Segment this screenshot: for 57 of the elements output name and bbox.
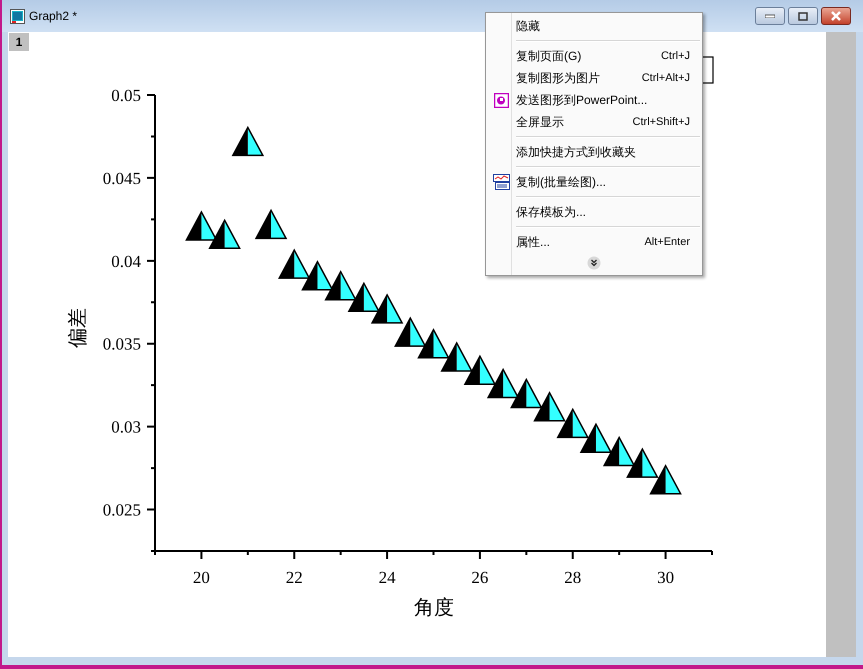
triangle-marker (626, 448, 659, 478)
x-axis-title: 角度 (414, 595, 454, 619)
close-icon (830, 11, 842, 21)
y-tick-label: 0.045 (102, 168, 141, 188)
y-tick-label: 0.05 (111, 86, 141, 105)
triangle-marker (348, 282, 380, 312)
window-title: Graph2 * (29, 8, 78, 25)
triangle-marker (254, 208, 288, 240)
scrollbar[interactable] (826, 32, 856, 657)
triangle-marker (510, 378, 543, 408)
menu-item[interactable]: 复制(批量绘图)... (486, 171, 702, 193)
menu-item[interactable]: 隐藏 (486, 15, 702, 37)
restore-icon (798, 12, 808, 20)
y-tick-label: 0.04 (111, 252, 141, 271)
triangle-marker (440, 341, 473, 372)
triangle-marker (324, 270, 357, 300)
x-tick-label: 20 (192, 568, 210, 587)
triangle-marker (301, 260, 334, 290)
x-tick-label: 26 (471, 568, 488, 587)
triangle-marker (649, 464, 682, 494)
triangle-marker (602, 436, 636, 466)
slide-export-icon (494, 92, 508, 108)
menu-item[interactable]: 复制图形为图片 Ctrl+Alt+J (486, 67, 702, 89)
triangle-marker (394, 316, 427, 347)
x-tick-label: 22 (286, 568, 303, 587)
minimize-icon (765, 14, 775, 18)
x-tick-label: 28 (564, 568, 582, 587)
triangle-marker (556, 408, 589, 438)
x-tick-label: 30 (657, 568, 674, 587)
menu-item[interactable]: 全屏显示 Ctrl+Shift+J (486, 111, 702, 133)
graph-window-icon (10, 8, 25, 24)
close-button[interactable] (821, 7, 851, 25)
y-tick-label: 0.035 (102, 334, 141, 354)
menu-item[interactable]: 发送图形到PowerPoint... (486, 89, 702, 111)
triangle-marker (533, 391, 566, 422)
triangle-marker (580, 422, 612, 453)
triangle-marker (208, 218, 241, 250)
menu-item[interactable]: 保存模板为... (486, 201, 702, 223)
triangle-marker (185, 210, 218, 241)
batch-plot-icon (492, 174, 510, 190)
triangle-marker (278, 248, 310, 279)
menu-item[interactable]: 复制页面(G) Ctrl+J (486, 45, 702, 67)
triangle-marker (464, 354, 496, 385)
menu-item[interactable]: 添加快捷方式到收藏夹 (486, 141, 702, 163)
menu-item[interactable]: 属性... Alt+Enter (486, 231, 702, 253)
x-tick-label: 24 (378, 568, 396, 587)
minimize-button[interactable] (755, 7, 785, 25)
y-axis-title: 偏差 (65, 308, 89, 348)
expand-more-icon[interactable] (587, 256, 601, 270)
triangle-marker (370, 293, 404, 324)
layer-tag[interactable]: 1 (9, 33, 29, 51)
triangle-marker (417, 328, 450, 358)
y-tick-label: 0.025 (102, 500, 141, 520)
restore-button[interactable] (788, 7, 818, 25)
triangle-marker (232, 126, 264, 156)
y-tick-label: 0.03 (111, 418, 141, 437)
triangle-marker (486, 368, 520, 398)
